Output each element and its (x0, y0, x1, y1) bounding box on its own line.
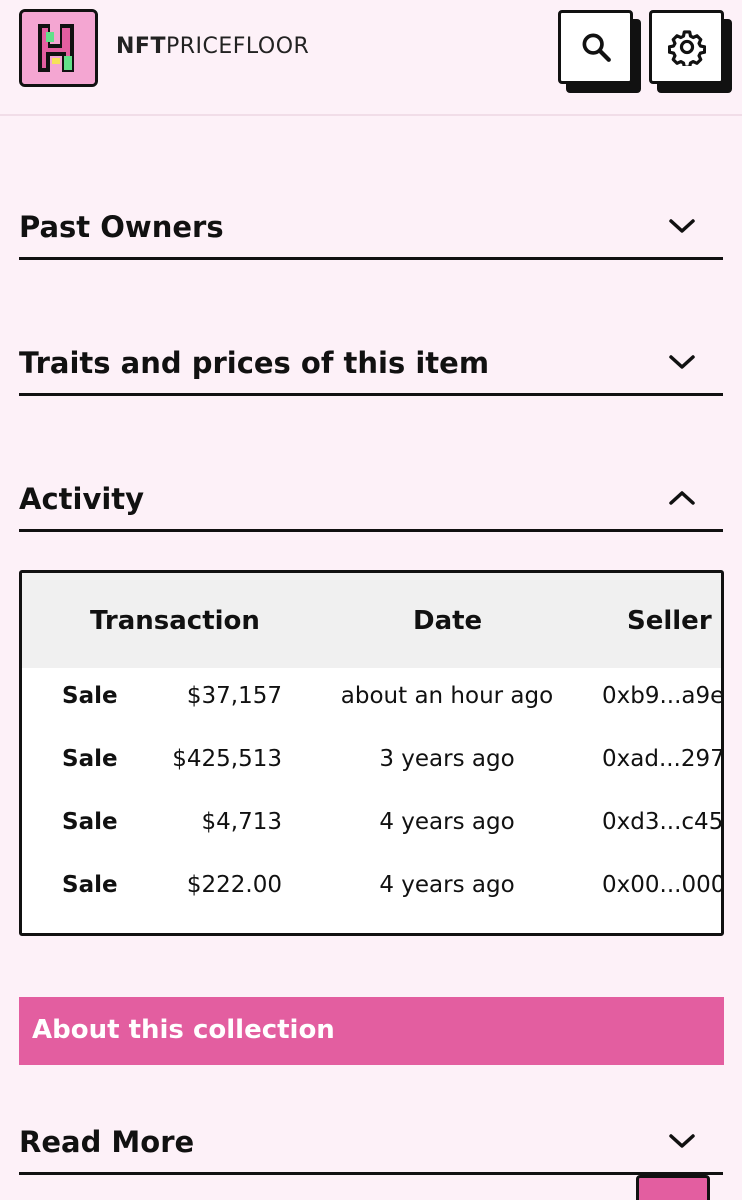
past-owners-section[interactable]: Past Owners (19, 196, 723, 260)
seller-address[interactable]: 0xb9...a9e (602, 683, 721, 709)
chevron-down-icon (669, 1134, 695, 1148)
page: NFTPRICEFLOOR Past Owners Traits and pri… (0, 0, 742, 1200)
traits-section[interactable]: Traits and prices of this item (19, 332, 723, 396)
table-row[interactable]: Sale $4,713 4 years ago 0xd3...c45 (22, 797, 721, 857)
seller-address[interactable]: 0xd3...c45 (602, 809, 721, 835)
activity-title: Activity (19, 482, 145, 516)
logo-mark-icon (22, 12, 95, 84)
transaction-type: Sale (62, 809, 118, 835)
header: NFTPRICEFLOOR (0, 0, 742, 116)
settings-button[interactable] (649, 10, 724, 84)
transaction-type: Sale (62, 746, 118, 772)
transaction-price: $4,713 (201, 809, 282, 835)
read-more-title: Read More (19, 1125, 195, 1159)
table-row[interactable]: Sale $222.00 4 years ago 0x00...000 (22, 860, 721, 920)
nftpricefloor-logo[interactable] (19, 9, 98, 87)
transaction-price: $425,513 (172, 746, 282, 772)
brand-name[interactable]: NFTPRICEFLOOR (116, 34, 309, 59)
table-row[interactable]: Sale $37,157 about an hour ago 0xb9...a9… (22, 671, 721, 731)
chevron-down-icon (669, 355, 695, 369)
transaction-date: 4 years ago (379, 872, 515, 898)
activity-table[interactable]: Transaction Date Seller Sale $37,157 abo… (19, 570, 724, 936)
brand-name-bold: NFT (116, 34, 166, 59)
brand-name-rest: PRICEFLOOR (165, 34, 310, 59)
floating-action-button[interactable] (636, 1175, 710, 1200)
chevron-up-icon (669, 491, 695, 505)
transaction-date: about an hour ago (340, 683, 554, 709)
transaction-date: 3 years ago (379, 746, 515, 772)
past-owners-title: Past Owners (19, 210, 224, 244)
activity-section[interactable]: Activity (19, 468, 723, 532)
transaction-type: Sale (62, 683, 118, 709)
column-header-date: Date (413, 606, 483, 636)
chevron-down-icon (669, 219, 695, 233)
seller-address[interactable]: 0xad...297 (602, 746, 721, 772)
column-header-transaction: Transaction (90, 606, 260, 636)
about-collection-title: About this collection (32, 1015, 335, 1045)
traits-title: Traits and prices of this item (19, 346, 490, 380)
transaction-date: 4 years ago (379, 809, 515, 835)
search-button[interactable] (558, 10, 633, 84)
read-more-section[interactable]: Read More (19, 1111, 723, 1175)
table-header: Transaction Date Seller (22, 573, 721, 668)
seller-address[interactable]: 0x00...000 (602, 872, 721, 898)
transaction-type: Sale (62, 872, 118, 898)
gear-icon (667, 30, 706, 66)
transaction-price: $37,157 (186, 683, 282, 709)
transaction-price: $222.00 (186, 872, 282, 898)
table-row[interactable]: Sale $425,513 3 years ago 0xad...297 (22, 734, 721, 794)
search-icon (582, 33, 611, 62)
column-header-seller: Seller (627, 606, 712, 636)
about-collection-banner: About this collection (19, 997, 724, 1065)
